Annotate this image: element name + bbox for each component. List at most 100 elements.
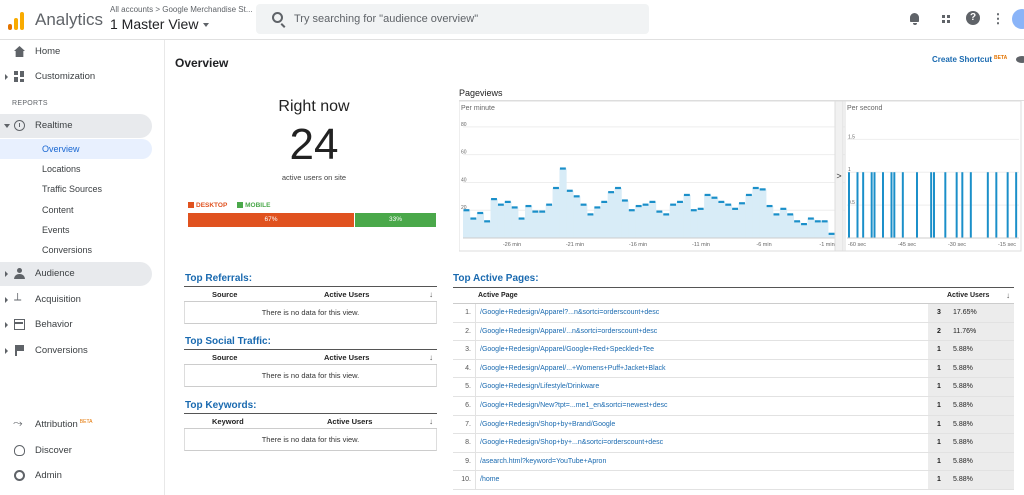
sort-arrow-icon[interactable]: ↓ — [429, 417, 433, 426]
desktop-share-segment[interactable]: 67% — [188, 213, 354, 227]
row-number: 8. — [465, 439, 471, 447]
analytics-logo-icon[interactable] — [8, 10, 26, 30]
table-header: Active Page Active Users ↓ — [453, 288, 1014, 304]
sidebar-item-attribution[interactable]: AttributionBETA — [0, 413, 152, 437]
account-breadcrumb[interactable]: All accounts > Google Merchandise St... — [110, 5, 253, 14]
expand-arrow-icon[interactable]: > — [836, 171, 841, 181]
help-icon[interactable] — [965, 11, 981, 27]
sidebar-item-customization[interactable]: Customization — [0, 65, 152, 89]
create-shortcut-link[interactable]: Create Shortcut BETA — [932, 55, 1007, 64]
sidebar-item-conversions[interactable]: Conversions — [0, 339, 152, 363]
sidebar-subitem-content[interactable]: Content — [0, 200, 152, 220]
bar-area — [655, 211, 664, 238]
sidebar-item-label: Customization — [35, 71, 96, 82]
per-second-bar — [944, 172, 947, 238]
active-users-percent: 11.76% — [953, 327, 977, 335]
bar-area — [628, 210, 636, 238]
bar-area — [614, 188, 622, 238]
bar-area — [593, 207, 602, 238]
active-page-link[interactable]: /Google+Redesign/Apparel/Google+Red+Spec… — [480, 346, 654, 353]
per-second-bar — [1015, 172, 1018, 238]
bar-area — [662, 214, 670, 238]
sidebar-item-audience[interactable]: Audience — [0, 262, 152, 286]
sort-arrow-icon[interactable]: ↓ — [1006, 291, 1010, 300]
sidebar-item-behavior[interactable]: Behavior — [0, 313, 152, 337]
col-active-page-header[interactable]: Active Page — [478, 292, 518, 299]
top-referrals-table: Source Active Users ↓ There is no data f… — [184, 286, 437, 324]
bar-area — [745, 194, 753, 238]
bar-area — [717, 201, 726, 238]
bar-area — [531, 211, 540, 238]
sidebar-subitem-traffic-sources[interactable]: Traffic Sources — [0, 179, 152, 199]
active-page-link[interactable]: /home — [480, 476, 499, 483]
col-keyword-header[interactable]: Keyword — [212, 417, 244, 426]
sidebar-item-label: Realtime — [35, 120, 73, 131]
bar-area — [779, 208, 788, 238]
active-users-count: 2 — [937, 327, 941, 335]
active-page-link[interactable]: /Google+Redesign/Apparel/...+Womens+Puff… — [480, 365, 666, 372]
active-users-count: 3 — [937, 309, 941, 316]
bar-area — [559, 168, 567, 238]
account-avatar[interactable] — [1012, 9, 1024, 29]
dashboard-icon — [14, 71, 25, 82]
sidebar-item-realtime[interactable]: Realtime — [0, 114, 152, 138]
per-second-bar — [933, 172, 935, 238]
bar-area — [683, 194, 691, 238]
table-row: 8. /Google+Redesign/Shop+by+...n&sortci=o… — [453, 434, 1014, 453]
eye-icon[interactable] — [1016, 56, 1024, 63]
bar-area — [669, 204, 677, 238]
top-pages-table: Active Page Active Users ↓ 1. /Google+Red… — [453, 287, 1014, 490]
sidebar-subitem-conversions[interactable]: Conversions — [0, 240, 152, 260]
notifications-icon[interactable] — [907, 11, 923, 27]
x-tick-label: -26 min — [503, 242, 521, 248]
active-users-count: 1 — [937, 457, 941, 465]
bar-area — [711, 197, 719, 238]
sidebar-item-admin[interactable]: Admin — [0, 464, 152, 488]
person-icon — [14, 268, 25, 279]
col-active-users-header[interactable]: Active Users — [327, 417, 372, 426]
active-page-link[interactable]: /Google+Redesign/Shop+by+...n&sortci=ord… — [480, 439, 663, 446]
active-users-percent: 5.88% — [953, 364, 973, 372]
row-number: 6. — [465, 401, 471, 409]
mobile-share-segment[interactable]: 33% — [354, 213, 436, 227]
sort-arrow-icon[interactable]: ↓ — [429, 290, 433, 299]
sort-arrow-icon[interactable]: ↓ — [429, 353, 433, 362]
active-users-count: 1 — [937, 439, 941, 447]
col-source-header[interactable]: Source — [212, 290, 237, 299]
sidebar-item-acquisition[interactable]: Acquisition — [0, 288, 152, 312]
col-active-users-header[interactable]: Active Users — [947, 292, 989, 299]
sidebar-subitem-locations[interactable]: Locations — [0, 159, 152, 179]
apps-icon[interactable] — [938, 11, 954, 27]
bar-area — [649, 201, 657, 238]
active-page-link[interactable]: /Google+Redesign/Apparel/...n&sortci=ord… — [480, 328, 657, 335]
bar-area — [752, 188, 760, 238]
x-tick-label: -1 min — [819, 242, 834, 248]
beta-badge: BETA — [79, 419, 93, 425]
column-divider — [475, 434, 476, 452]
sidebar-item-discover[interactable]: Discover — [0, 439, 152, 463]
active-page-link[interactable]: /Google+Redesign/Shop+by+Brand/Google — [480, 421, 615, 428]
col-active-users-header[interactable]: Active Users — [324, 353, 369, 362]
col-source-header[interactable]: Source — [212, 353, 237, 362]
bar-area — [759, 189, 767, 238]
active-users-percent: 5.88% — [953, 401, 973, 409]
active-page-link[interactable]: /Google+Redesign/New?tpt=...me1_en&sortc… — [480, 402, 668, 409]
bar-area — [786, 214, 794, 238]
col-active-users-header[interactable]: Active Users — [324, 290, 369, 299]
sidebar-subitem-overview[interactable]: Overview — [0, 139, 152, 159]
y-tick-label: 80 — [461, 122, 467, 128]
active-page-link[interactable]: /asearch.html?keyword=YouTube+Apron — [480, 458, 606, 465]
search-input[interactable] — [294, 10, 634, 28]
clock-icon — [14, 120, 25, 131]
sidebar-subitem-events[interactable]: Events — [0, 220, 152, 240]
sidebar-item-label: Attribution — [35, 419, 78, 430]
flag-icon — [14, 345, 25, 356]
sidebar-item-home[interactable]: Home — [0, 40, 152, 64]
row-number: 7. — [465, 420, 471, 428]
active-page-link[interactable]: /Google+Redesign/Lifestyle/Drinkware — [480, 383, 599, 390]
more-vert-icon[interactable]: ⋮ — [990, 11, 1006, 27]
x-tick-label: -30 sec — [948, 242, 966, 248]
active-page-link[interactable]: /Google+Redesign/Apparel?...n&sortci=ord… — [480, 309, 659, 316]
mobile-swatch — [237, 202, 244, 209]
view-selector[interactable]: 1 Master View — [110, 16, 210, 32]
